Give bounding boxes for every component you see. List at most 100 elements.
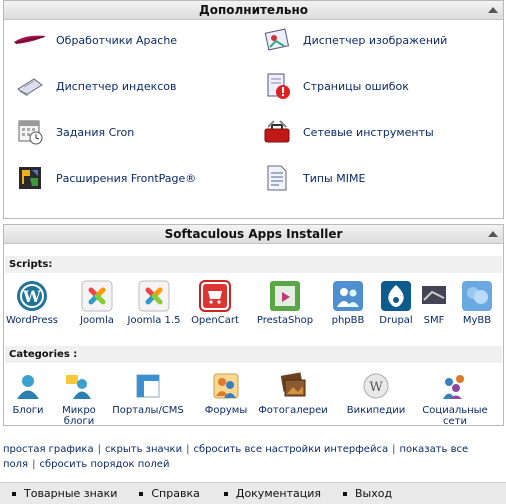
wiki-icon: W xyxy=(359,369,393,403)
social-networks-icon xyxy=(438,369,472,403)
category-label: Блоги xyxy=(12,405,44,416)
app-label: Joomla xyxy=(80,315,114,326)
collapse-arrow-icon[interactable] xyxy=(488,231,498,237)
app-label: WordPress xyxy=(5,315,59,326)
footer-link-label: Документация xyxy=(235,487,321,500)
drupal-icon xyxy=(379,279,413,313)
item-label: Страницы ошибок xyxy=(303,79,409,93)
category-social-networks[interactable]: Социальные сети xyxy=(422,369,488,427)
softaculous-panel-header[interactable]: Softaculous Apps Installer xyxy=(4,225,503,244)
app-wordpress[interactable]: W WordPress xyxy=(4,279,60,326)
collapse-arrow-icon[interactable] xyxy=(488,7,498,13)
item-apache-handlers[interactable]: Обработчики Apache xyxy=(12,23,177,57)
app-label: Joomla 1.5 xyxy=(127,315,181,326)
photo-gallery-icon xyxy=(276,369,310,403)
footer-trademarks[interactable]: Товарные знаки xyxy=(12,487,117,500)
footer-help[interactable]: Справка xyxy=(139,487,200,500)
svg-text:W: W xyxy=(369,380,383,395)
link-reset-interface[interactable]: сбросить все настройки интерфейса xyxy=(193,444,388,455)
joomla15-icon xyxy=(137,279,171,313)
footer-logout[interactable]: Выход xyxy=(342,487,393,500)
item-label: Задания Cron xyxy=(56,125,135,139)
app-prestashop[interactable]: PrestaShop xyxy=(252,279,318,326)
category-photo-gallery[interactable]: Фотогалереи xyxy=(258,369,328,416)
item-error-pages[interactable]: Страницы ошибок xyxy=(259,69,409,103)
bullet-icon xyxy=(223,491,228,496)
app-joomla[interactable]: Joomla xyxy=(69,279,125,326)
item-label: Диспетчер индексов xyxy=(56,79,177,93)
scripts-bar xyxy=(5,256,502,273)
network-tools-icon xyxy=(259,116,295,148)
app-opencart[interactable]: OpenCart xyxy=(184,279,246,326)
blogs-icon xyxy=(11,369,45,403)
portals-cms-icon xyxy=(131,369,165,403)
app-joomla15[interactable]: Joomla 1.5 xyxy=(126,279,182,326)
link-reset-field-order[interactable]: сбросить порядок полей xyxy=(39,459,169,470)
footer-link-label: Товарные знаки xyxy=(24,487,118,500)
frontpage-icon xyxy=(12,162,48,194)
item-label: Обработчики Apache xyxy=(56,33,178,47)
advanced-panel-title: Дополнительно xyxy=(199,3,308,17)
item-mime-types[interactable]: Типы MIME xyxy=(259,161,365,195)
category-label: Микро блоги xyxy=(62,405,96,427)
app-label: OpenCart xyxy=(191,315,239,326)
category-micro-blogs[interactable]: Микро блоги xyxy=(54,369,104,427)
prestashop-icon xyxy=(268,279,302,313)
scripts-label: Scripts: xyxy=(9,259,53,270)
advanced-panel-header[interactable]: Дополнительно xyxy=(4,1,503,20)
joomla-icon xyxy=(80,279,114,313)
item-network-tools[interactable]: Сетевые инструменты xyxy=(259,115,434,149)
cron-calendar-icon xyxy=(12,116,48,148)
categories-label: Categories : xyxy=(9,349,78,360)
link-simple-graphics[interactable]: простая графика xyxy=(3,444,94,455)
footer: Товарные знаки Справка Документация Выхо… xyxy=(0,482,506,504)
category-label: Википедии xyxy=(346,405,406,416)
app-label: MyBB xyxy=(462,315,492,326)
categories-bar xyxy=(5,346,502,363)
wordpress-icon: W xyxy=(15,279,49,313)
item-label: Сетевые инструменты xyxy=(303,125,434,139)
mime-types-icon xyxy=(259,162,295,194)
error-pages-icon xyxy=(259,70,295,102)
micro-blogs-icon xyxy=(62,369,96,403)
item-label: Расширения FrontPage® xyxy=(56,171,197,185)
item-cron-jobs[interactable]: Задания Cron xyxy=(12,115,134,149)
category-label: Социальные сети xyxy=(422,405,488,427)
item-label: Типы MIME xyxy=(303,171,366,185)
apache-feather-icon xyxy=(12,24,48,56)
item-frontpage[interactable]: Расширения FrontPage® xyxy=(12,161,196,195)
bullet-icon xyxy=(12,491,16,496)
category-wiki[interactable]: W Википедии xyxy=(340,369,412,416)
softaculous-panel: Softaculous Apps Installer Scripts: W Wo… xyxy=(3,224,504,427)
app-smf[interactable]: SMF xyxy=(414,279,454,326)
smf-icon xyxy=(417,279,451,313)
app-mybb[interactable]: MyBB xyxy=(453,279,501,326)
app-label: SMF xyxy=(423,315,445,326)
footer-link-label: Справка xyxy=(151,487,200,500)
app-label: PrestaShop xyxy=(256,315,314,326)
category-forums[interactable]: Форумы xyxy=(196,369,256,416)
advanced-panel: Дополнительно Обработчики Apache Диспетч… xyxy=(3,0,504,219)
category-label: Порталы/CMS xyxy=(112,405,184,416)
category-label: Фотогалереи xyxy=(258,405,328,416)
forums-icon xyxy=(209,369,243,403)
category-blogs[interactable]: Блоги xyxy=(4,369,52,416)
link-hide-icons[interactable]: скрыть значки xyxy=(105,444,182,455)
item-index-manager[interactable]: Диспетчер индексов xyxy=(12,69,177,103)
interface-settings-links: простая графика | скрыть значки | сбросить в… xyxy=(3,444,469,470)
bullet-icon xyxy=(139,491,144,496)
image-manager-icon xyxy=(259,24,295,56)
category-label: Форумы xyxy=(204,405,248,416)
footer-link-label: Выход xyxy=(354,487,393,500)
softaculous-panel-title: Softaculous Apps Installer xyxy=(164,227,343,241)
mybb-icon xyxy=(460,279,494,313)
item-image-manager[interactable]: Диспетчер изображений xyxy=(259,23,447,57)
phpbb-icon xyxy=(331,279,365,313)
index-manager-icon xyxy=(12,70,48,102)
category-portals-cms[interactable]: Порталы/CMS xyxy=(108,369,188,416)
footer-documentation[interactable]: Документация xyxy=(223,487,321,500)
svg-text:W: W xyxy=(22,287,42,306)
bullet-icon xyxy=(342,491,347,496)
item-label: Диспетчер изображений xyxy=(303,33,448,47)
opencart-icon xyxy=(198,279,232,313)
